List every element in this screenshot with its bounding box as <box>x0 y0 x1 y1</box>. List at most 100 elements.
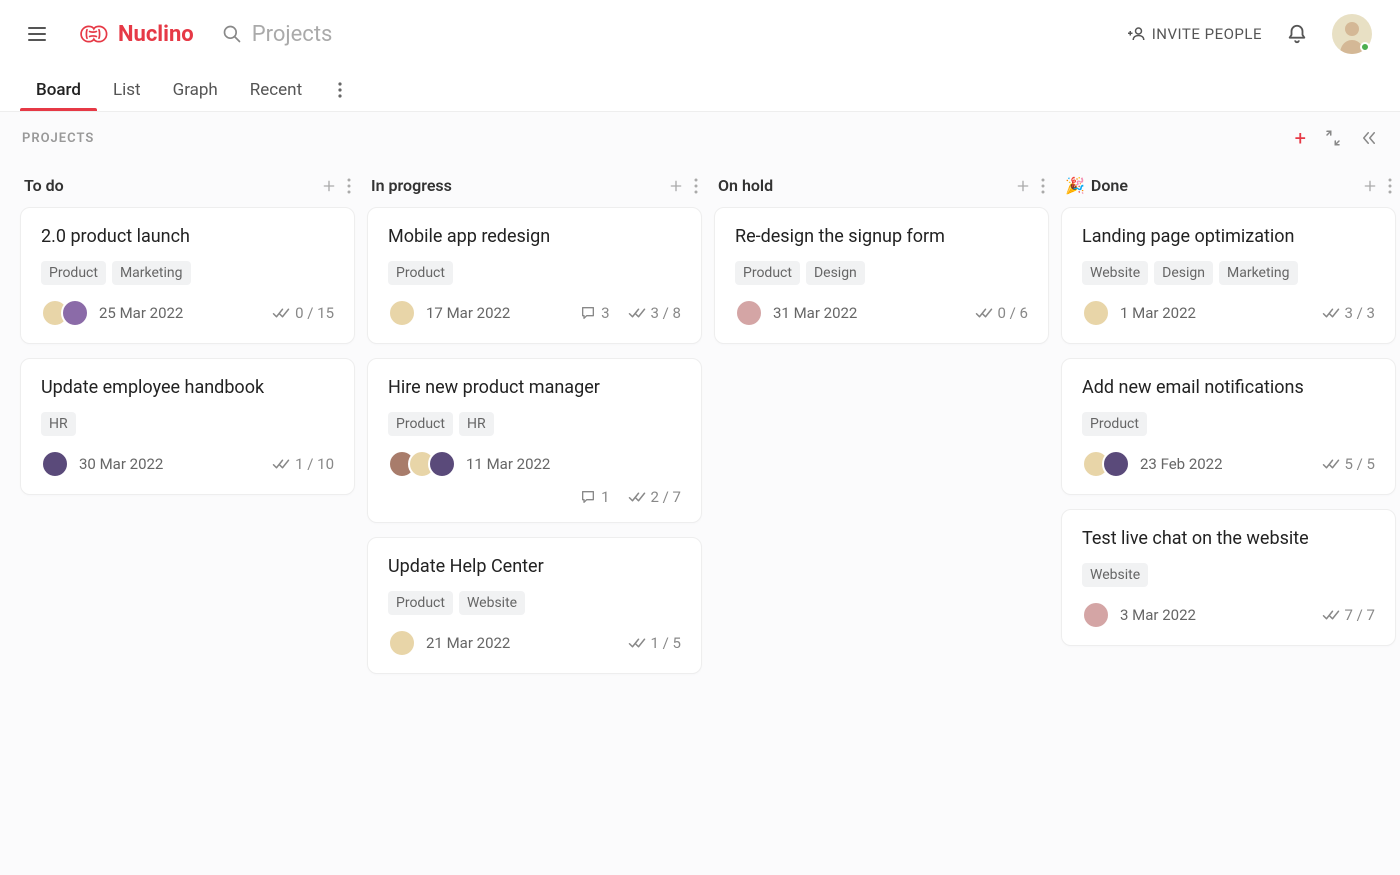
tag: Website <box>1082 563 1148 587</box>
tab-more-button[interactable] <box>332 76 348 104</box>
card-avatars <box>735 299 763 327</box>
checklist-count: 7 / 7 <box>1322 606 1376 624</box>
more-vertical-icon <box>338 82 342 98</box>
card-footer: 21 Mar 20221 / 5 <box>388 629 681 657</box>
checklist-count: 5 / 5 <box>1322 455 1376 473</box>
add-column-button[interactable]: + <box>1295 126 1306 150</box>
card[interactable]: Add new email notificationsProduct23 Feb… <box>1061 358 1396 495</box>
board-column: In progress Mobile app redesignProduct17 … <box>367 168 702 688</box>
tag: Marketing <box>1219 261 1298 285</box>
search-placeholder: Projects <box>252 22 333 47</box>
column-actions <box>1362 178 1392 194</box>
tab-graph[interactable]: Graph <box>171 70 220 110</box>
avatar <box>1102 450 1130 478</box>
chevron-double-left-icon[interactable] <box>1360 129 1378 147</box>
avatar <box>735 299 763 327</box>
search[interactable]: Projects <box>222 22 1128 47</box>
card-footer: 11 Mar 2022 <box>388 450 681 478</box>
card-avatars <box>388 629 416 657</box>
checklist-icon <box>1322 457 1340 471</box>
column-header: 🎉Done <box>1061 168 1396 207</box>
board-actions: + <box>1295 126 1378 150</box>
column-more-button[interactable] <box>694 178 698 194</box>
column-title: 🎉Done <box>1065 176 1362 195</box>
checklist-count: 3 / 3 <box>1322 304 1376 322</box>
collapse-icon[interactable] <box>1324 129 1342 147</box>
card[interactable]: Re-design the signup formProductDesign31… <box>714 207 1049 344</box>
column-more-button[interactable] <box>347 178 351 194</box>
add-card-button[interactable] <box>668 178 684 194</box>
comments-count: 1 <box>580 488 609 506</box>
add-card-button[interactable] <box>321 178 337 194</box>
card-tags: WebsiteDesignMarketing <box>1082 261 1375 285</box>
presence-indicator <box>1360 42 1370 52</box>
card-tags: Product <box>1082 412 1375 436</box>
checklist-count: 0 / 15 <box>272 304 334 322</box>
logo[interactable]: Nuclino <box>76 21 194 47</box>
card-avatars <box>41 299 89 327</box>
card[interactable]: 2.0 product launchProductMarketing25 Mar… <box>20 207 355 344</box>
checklist-icon <box>628 636 646 650</box>
column-title: To do <box>24 176 321 195</box>
card[interactable]: Landing page optimization WebsiteDesignMa… <box>1061 207 1396 344</box>
tag: Product <box>735 261 800 285</box>
card-title: Test live chat on the website <box>1082 528 1375 549</box>
card-footer: 30 Mar 20221 / 10 <box>41 450 334 478</box>
checklist-icon <box>1322 608 1340 622</box>
checklist-icon <box>975 306 993 320</box>
column-title-text: To do <box>24 176 64 195</box>
app-name: Nuclino <box>118 22 194 47</box>
column-actions <box>1015 178 1045 194</box>
checklist-count: 3 / 8 <box>628 304 682 322</box>
brain-logo-icon <box>76 21 110 47</box>
column-title: In progress <box>371 176 668 195</box>
card[interactable]: Update Help CenterProductWebsite21 Mar 2… <box>367 537 702 674</box>
tab-board[interactable]: Board <box>34 70 83 110</box>
add-card-button[interactable] <box>1015 178 1031 194</box>
checklist-icon <box>272 457 290 471</box>
card[interactable]: Mobile app redesignProduct17 Mar 202233 … <box>367 207 702 344</box>
tag: Product <box>388 412 453 436</box>
header: Nuclino Projects INVITE PEOPLE <box>0 0 1400 68</box>
tag: Marketing <box>112 261 191 285</box>
menu-button[interactable] <box>28 22 52 46</box>
card-tags: ProductMarketing <box>41 261 334 285</box>
card-title: Landing page optimization <box>1082 226 1375 247</box>
more-vertical-icon <box>694 178 698 194</box>
tab-list[interactable]: List <box>111 70 143 110</box>
column-more-button[interactable] <box>1388 178 1392 194</box>
card[interactable]: Update employee handbookHR30 Mar 20221 /… <box>20 358 355 495</box>
user-avatar[interactable] <box>1332 14 1372 54</box>
more-vertical-icon <box>347 178 351 194</box>
tag: Design <box>806 261 865 285</box>
card-tags: HR <box>41 412 334 436</box>
card-footer: 3 Mar 20227 / 7 <box>1082 601 1375 629</box>
card-footer: 17 Mar 202233 / 8 <box>388 299 681 327</box>
card-stats: 7 / 7 <box>1322 606 1376 624</box>
card-avatars <box>388 299 416 327</box>
comments-count: 3 <box>580 304 609 322</box>
add-card-button[interactable] <box>1362 178 1378 194</box>
board-top: PROJECTS + <box>0 112 1400 160</box>
column-actions <box>668 178 698 194</box>
column-header: On hold <box>714 168 1049 207</box>
card[interactable]: Test live chat on the website Website 3 Ma… <box>1061 509 1396 646</box>
tag: Product <box>388 261 453 285</box>
column-emoji-icon: 🎉 <box>1065 176 1085 195</box>
tab-recent[interactable]: Recent <box>248 70 304 110</box>
card-tags: ProductHR <box>388 412 681 436</box>
card-stats: 5 / 5 <box>1322 455 1376 473</box>
card-avatars <box>388 450 456 478</box>
board-columns: To do 2.0 product launchProductMarketing2… <box>0 160 1400 696</box>
invite-people-button[interactable]: INVITE PEOPLE <box>1128 25 1262 43</box>
card-stats: 3 3 / 8 <box>580 304 681 322</box>
card[interactable]: Hire new product managerProductHR11 Mar … <box>367 358 702 523</box>
more-vertical-icon <box>1041 178 1045 194</box>
checklist-icon <box>1322 306 1340 320</box>
card-avatars <box>1082 299 1110 327</box>
notifications-icon[interactable] <box>1286 23 1308 45</box>
avatar <box>388 299 416 327</box>
search-icon <box>222 24 242 44</box>
column-more-button[interactable] <box>1041 178 1045 194</box>
card-date: 30 Mar 2022 <box>79 455 163 473</box>
